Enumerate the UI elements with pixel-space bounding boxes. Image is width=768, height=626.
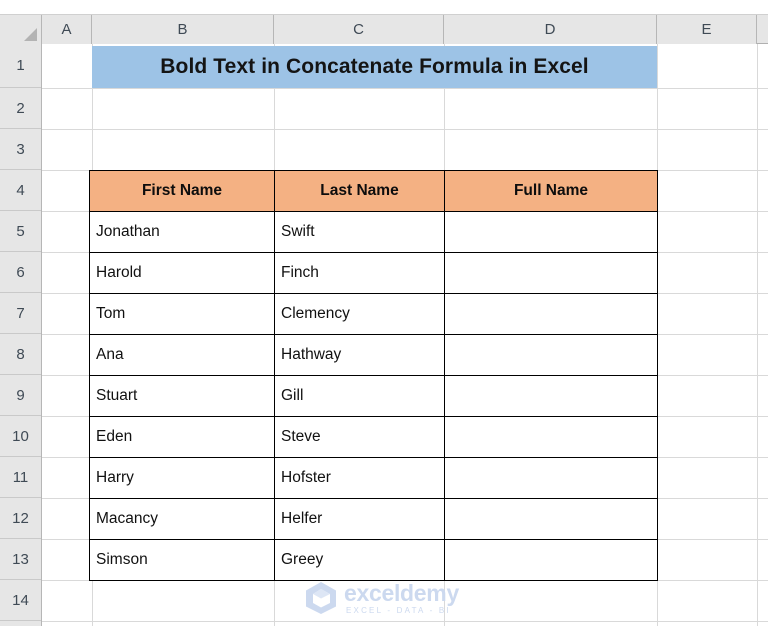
cell-full-name[interactable] [444,416,658,458]
table-row: Eden Steve [89,416,658,458]
grid-hline [42,621,768,622]
cell-full-name[interactable] [444,293,658,335]
row-header-10[interactable]: 10 [0,416,41,457]
cell-full-name[interactable] [444,498,658,540]
cell-first-name[interactable]: Stuart [89,375,275,417]
row-header-bar: 1 2 3 4 5 6 7 8 9 10 11 12 13 14 [0,44,42,626]
cell-first-name[interactable]: Harold [89,252,275,294]
table-row: Harry Hofster [89,457,658,499]
table-row: Ana Hathway [89,334,658,376]
spreadsheet-canvas: ABCDE 1 2 3 4 5 6 7 8 9 10 11 12 13 14 Bold Text in C… [0,0,768,626]
cell-last-name[interactable]: Finch [274,252,445,294]
grid-hline [42,88,768,89]
cell-first-name[interactable]: Tom [89,293,275,335]
table-header-row: First Name Last Name Full Name [89,170,658,212]
column-header-c[interactable]: C [274,15,444,44]
sheet-title-banner[interactable]: Bold Text in Concatenate Formula in Exce… [92,46,657,88]
column-header-last-name[interactable]: Last Name [274,170,445,212]
table-row: Harold Finch [89,252,658,294]
table-row: Jonathan Swift [89,211,658,253]
table-row: Stuart Gill [89,375,658,417]
cell-first-name[interactable]: Harry [89,457,275,499]
row-header-8[interactable]: 8 [0,334,41,375]
cell-first-name[interactable]: Eden [89,416,275,458]
column-header-e[interactable]: E [657,15,757,44]
row-header-7[interactable]: 7 [0,293,41,334]
cell-full-name[interactable] [444,334,658,376]
column-header-a[interactable]: A [42,15,92,44]
row-header-6[interactable]: 6 [0,252,41,293]
row-header-13[interactable]: 13 [0,539,41,580]
row-header-5[interactable]: 5 [0,211,41,252]
cell-full-name[interactable] [444,457,658,499]
row-header-1[interactable]: 1 [0,44,41,88]
select-all-button[interactable] [0,15,42,44]
cell-last-name[interactable]: Swift [274,211,445,253]
cell-full-name[interactable] [444,539,658,581]
cell-first-name[interactable]: Simson [89,539,275,581]
row-header-12[interactable]: 12 [0,498,41,539]
cell-last-name[interactable]: Hofster [274,457,445,499]
cell-first-name[interactable]: Macancy [89,498,275,540]
table-row: Macancy Helfer [89,498,658,540]
cell-first-name[interactable]: Ana [89,334,275,376]
cell-last-name[interactable]: Helfer [274,498,445,540]
cell-last-name[interactable]: Hathway [274,334,445,376]
row-header-3[interactable]: 3 [0,129,41,170]
column-header-full-name[interactable]: Full Name [444,170,658,212]
table-row: Tom Clemency [89,293,658,335]
column-header-first-name[interactable]: First Name [89,170,275,212]
row-header-11[interactable]: 11 [0,457,41,498]
cell-last-name[interactable]: Clemency [274,293,445,335]
cell-last-name[interactable]: Steve [274,416,445,458]
row-header-9[interactable]: 9 [0,375,41,416]
row-header-14[interactable]: 14 [0,580,41,621]
column-header-b[interactable]: B [92,15,274,44]
row-header-2[interactable]: 2 [0,88,41,129]
table-row: Simson Greey [89,539,658,581]
cell-last-name[interactable]: Greey [274,539,445,581]
select-all-triangle-icon [24,28,37,41]
column-header-d[interactable]: D [444,15,657,44]
cell-full-name[interactable] [444,252,658,294]
cell-last-name[interactable]: Gill [274,375,445,417]
grid-hline [42,129,768,130]
cell-full-name[interactable] [444,211,658,253]
column-header-bar: ABCDE [0,14,768,44]
cell-full-name[interactable] [444,375,658,417]
row-header-4[interactable]: 4 [0,170,41,211]
cell-first-name[interactable]: Jonathan [89,211,275,253]
names-data-table: First Name Last Name Full Name Jonathan S… [89,170,658,581]
